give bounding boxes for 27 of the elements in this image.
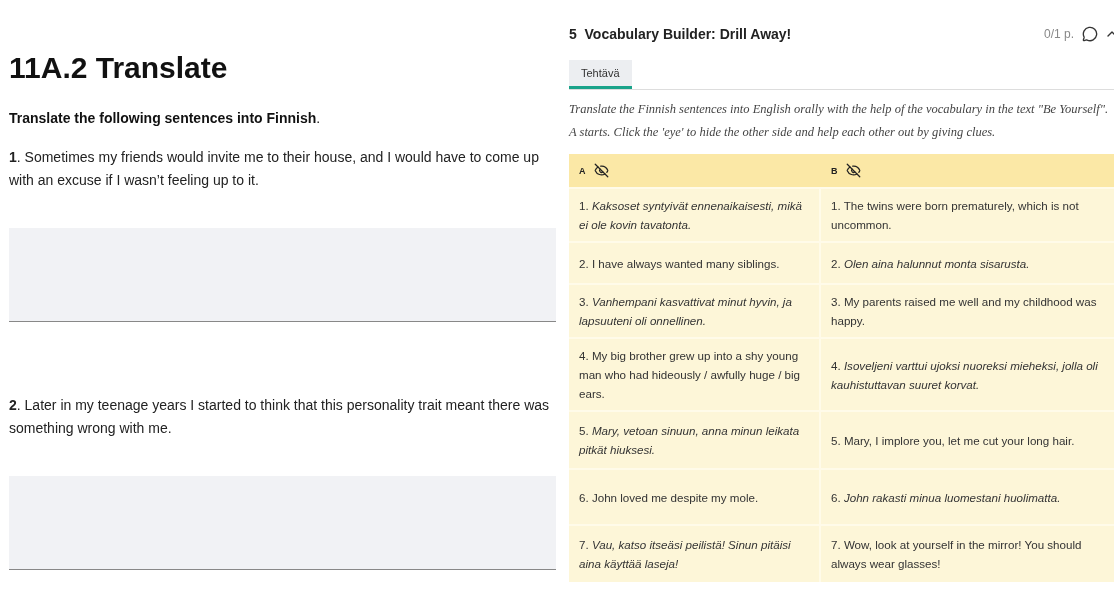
table-cell-text: 6. John loved me despite my mole. [579, 489, 759, 506]
eye-off-icon[interactable] [845, 163, 861, 178]
table-cell-text: 6. John rakasti minua luomestani huolimatta. [831, 489, 1061, 506]
table-cell-text: 1. The twins were born prematurely, which is not uncommon. [831, 198, 1080, 233]
question-text: 2. Later in my teenage years I started to think that this personality trait meant there was something wrong with me. [9, 396, 551, 438]
table-cell-text: 7. Wow, look at yourself in the mirror! You should always wear glasses! [831, 537, 1083, 572]
table-cell-text: 2. I have always wanted many siblings. [579, 255, 780, 272]
tab[interactable]: Tehtävä [569, 60, 632, 89]
table-cell-text: 3. My parents raised me well and my childhood was happy. [831, 294, 1098, 329]
table-cell-text: 5. Mary, I implore you, let me cut your long hair. [831, 432, 1075, 449]
table-cell-text: 2. Olen aina halunnut monta sisarusta. [831, 255, 1030, 272]
question-text: 1. Sometimes my friends would invite me to their house, and I would have to come up with an excuse if I wasn’t feeling up to it. [9, 148, 540, 190]
score-text: 0/1 p. [1043, 27, 1074, 41]
table-cell-text: 1. Kaksoset syntyivät ennenaikaisesti, mikä ei ole kovin tavatonta. [579, 198, 803, 233]
table-cell-text: 3. Vanhempani kasvattivat minut hyvin, ja lapsuuteni oli onnellinen. [579, 294, 793, 329]
eye-off-icon[interactable] [593, 163, 609, 178]
table-cell-text: 4. My big brother grew up into a shy young man who had hideously / awfully huge / big ears. [579, 348, 802, 402]
column-header: B [831, 165, 838, 176]
exercise-instruction: Translate the Finnish sentences into English orally with the help of the vocabulary in the text "Be Yourself". A starts. Click the 'eye' to hide the other side and help each other out by giving clues. [569, 101, 1110, 141]
column-header: A [579, 165, 586, 176]
page-title: 11A.2 Translate [9, 50, 229, 86]
exercise-title: 5 Vocabulary Builder: Drill Away! [569, 26, 792, 42]
instruction-text: Translate the following sentences into Finnish. [9, 110, 322, 126]
table-cell-text: 7. Vau, katso itseäsi peilistä! Sinun pitäisi aina käyttää laseja! [579, 537, 792, 572]
table-cell-text: 4. Isoveljeni varttui ujoksi nuoreksi mieheksi, jolla oli kauhistuttavan suuret korvat. [831, 357, 1099, 393]
table-cell-text: 5. Mary, vetoan sinuun, anna minun leikata pitkät hiuksesi. [579, 423, 801, 458]
comment-icon[interactable] [1082, 26, 1098, 42]
